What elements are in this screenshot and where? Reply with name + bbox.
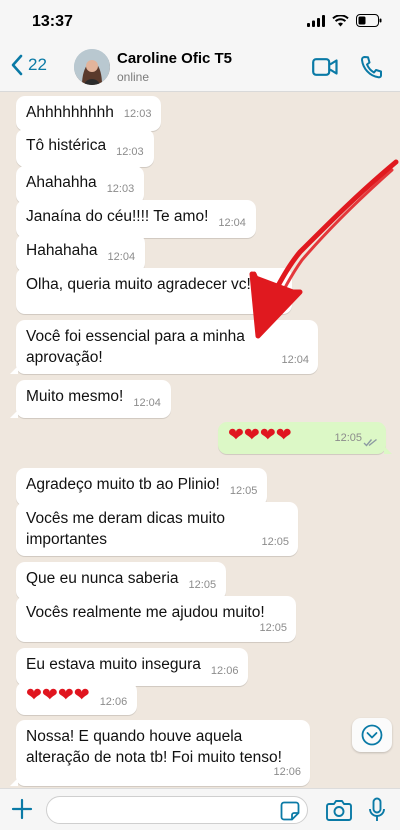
message-bubble[interactable]: Ahhhhhhhhh 12:03 bbox=[16, 96, 162, 131]
message-bubble[interactable]: Janaína do céu!!!! Te amo! 12:04 bbox=[16, 200, 256, 238]
status-bar: 13:37 bbox=[0, 0, 400, 44]
video-call-button[interactable] bbox=[312, 58, 338, 81]
message-time: 12:06 bbox=[273, 766, 301, 778]
back-button[interactable]: 22 bbox=[10, 54, 47, 76]
contact-name[interactable]: Caroline Ofic T5 bbox=[117, 50, 232, 67]
message-bubble[interactable]: Vocês realmente me ajudou muito! 12:05 bbox=[16, 596, 296, 642]
message-bubble[interactable]: Que eu nunca saberia 12:05 bbox=[16, 562, 227, 600]
message-text: Vocês realmente me ajudou muito! bbox=[26, 604, 265, 621]
message-text: Você foi essencial para a minha aprovaçã… bbox=[26, 328, 245, 366]
message-time: 12:05 bbox=[259, 622, 287, 634]
voice-call-button[interactable] bbox=[360, 55, 382, 84]
message-time: 12:06 bbox=[99, 696, 128, 708]
camera-icon bbox=[326, 800, 352, 821]
message-time: 12:03 bbox=[106, 183, 135, 195]
message-bubble[interactable]: Olha, queria muito agradecer vc! 12:04 bbox=[16, 268, 292, 314]
sticker-button[interactable] bbox=[280, 801, 300, 826]
message-bubble[interactable]: Agradeço muito tb ao Plinio! 12:05 bbox=[16, 468, 268, 506]
message-time: 12:04 bbox=[133, 397, 161, 409]
contact-status: online bbox=[117, 70, 150, 84]
status-time: 13:37 bbox=[32, 13, 73, 30]
battery-icon bbox=[356, 14, 382, 27]
avatar[interactable] bbox=[74, 49, 110, 85]
video-call-icon bbox=[312, 58, 338, 76]
message-text: Janaína do céu!!!! Te amo! bbox=[26, 208, 209, 225]
message-text: ❤❤❤❤ bbox=[26, 685, 90, 706]
phone-icon bbox=[360, 56, 382, 79]
message-time: 12:04 bbox=[218, 217, 246, 229]
message-text: Hahahaha bbox=[26, 242, 98, 259]
message-bubble[interactable]: ❤❤❤❤ 12:06 bbox=[16, 682, 138, 715]
message-time: 12:04 bbox=[107, 251, 136, 263]
message-bubble[interactable]: Nossa! E quando houve aquela alteração d… bbox=[10, 720, 310, 786]
status-icons bbox=[307, 14, 382, 27]
message-bubble[interactable]: Muito mesmo! 12:04 bbox=[10, 380, 171, 418]
message-bubble[interactable]: Hahahaha 12:04 bbox=[16, 234, 146, 272]
microphone-button[interactable] bbox=[368, 797, 386, 828]
message-time: 12:04 bbox=[255, 294, 283, 306]
camera-button[interactable] bbox=[326, 799, 352, 826]
message-text: Ahahahha bbox=[26, 174, 97, 191]
message-text: Muito mesmo! bbox=[26, 388, 124, 405]
signal-icon bbox=[307, 14, 325, 27]
message-time: 12:06 bbox=[210, 665, 239, 677]
message-bubble-outgoing[interactable]: ❤❤❤❤ 12:05 bbox=[218, 422, 392, 454]
input-bar bbox=[0, 788, 400, 830]
scroll-to-bottom-button[interactable] bbox=[352, 718, 392, 752]
message-time: 12:05 bbox=[334, 432, 362, 444]
message-time: 12:05 bbox=[229, 485, 258, 497]
microphone-icon bbox=[369, 797, 385, 821]
chat-area[interactable]: Ahhhhhhhhh 12:03 Tô histérica 12:03 Ahahah… bbox=[0, 92, 400, 788]
message-text: Ahhhhhhhhh bbox=[26, 104, 114, 121]
message-bubble[interactable]: Eu estava muito insegura 12:06 bbox=[16, 648, 249, 686]
message-time: 12:04 bbox=[281, 354, 309, 366]
back-chevron-icon bbox=[11, 54, 23, 76]
message-text: Tô histérica bbox=[26, 137, 107, 154]
message-text: Nossa! E quando houve aquela alteração d… bbox=[26, 728, 282, 766]
chevron-down-icon bbox=[361, 724, 383, 746]
message-time: 12:03 bbox=[123, 108, 152, 120]
unread-count: 22 bbox=[28, 55, 47, 74]
message-bubble[interactable]: Vocês me deram dicas muito importantes 1… bbox=[16, 502, 298, 556]
message-input[interactable] bbox=[46, 796, 308, 824]
message-time: 12:03 bbox=[116, 146, 144, 158]
double-check-icon bbox=[363, 438, 377, 447]
message-text: Que eu nunca saberia bbox=[26, 570, 179, 587]
message-text: ❤❤❤❤ bbox=[228, 425, 292, 446]
message-text: Eu estava muito insegura bbox=[26, 656, 201, 673]
attach-button[interactable] bbox=[10, 797, 34, 826]
plus-icon bbox=[11, 798, 33, 820]
message-bubble[interactable]: Ahahahha 12:03 bbox=[16, 166, 145, 204]
message-time: 12:05 bbox=[261, 536, 289, 548]
avatar-photo bbox=[74, 49, 110, 85]
message-bubble[interactable]: Você foi essencial para a minha aprovaçã… bbox=[10, 320, 318, 374]
message-text: Agradeço muito tb ao Plinio! bbox=[26, 476, 220, 493]
sticker-icon bbox=[280, 801, 300, 821]
chat-header: 22 Caroline Ofic T5 online bbox=[0, 44, 400, 92]
message-bubble[interactable]: Tô histérica 12:03 bbox=[16, 129, 154, 167]
message-text: Olha, queria muito agradecer vc! bbox=[26, 276, 251, 293]
message-time: 12:05 bbox=[188, 579, 217, 591]
message-text: Vocês me deram dicas muito importantes bbox=[26, 510, 226, 548]
wifi-icon bbox=[332, 14, 349, 26]
